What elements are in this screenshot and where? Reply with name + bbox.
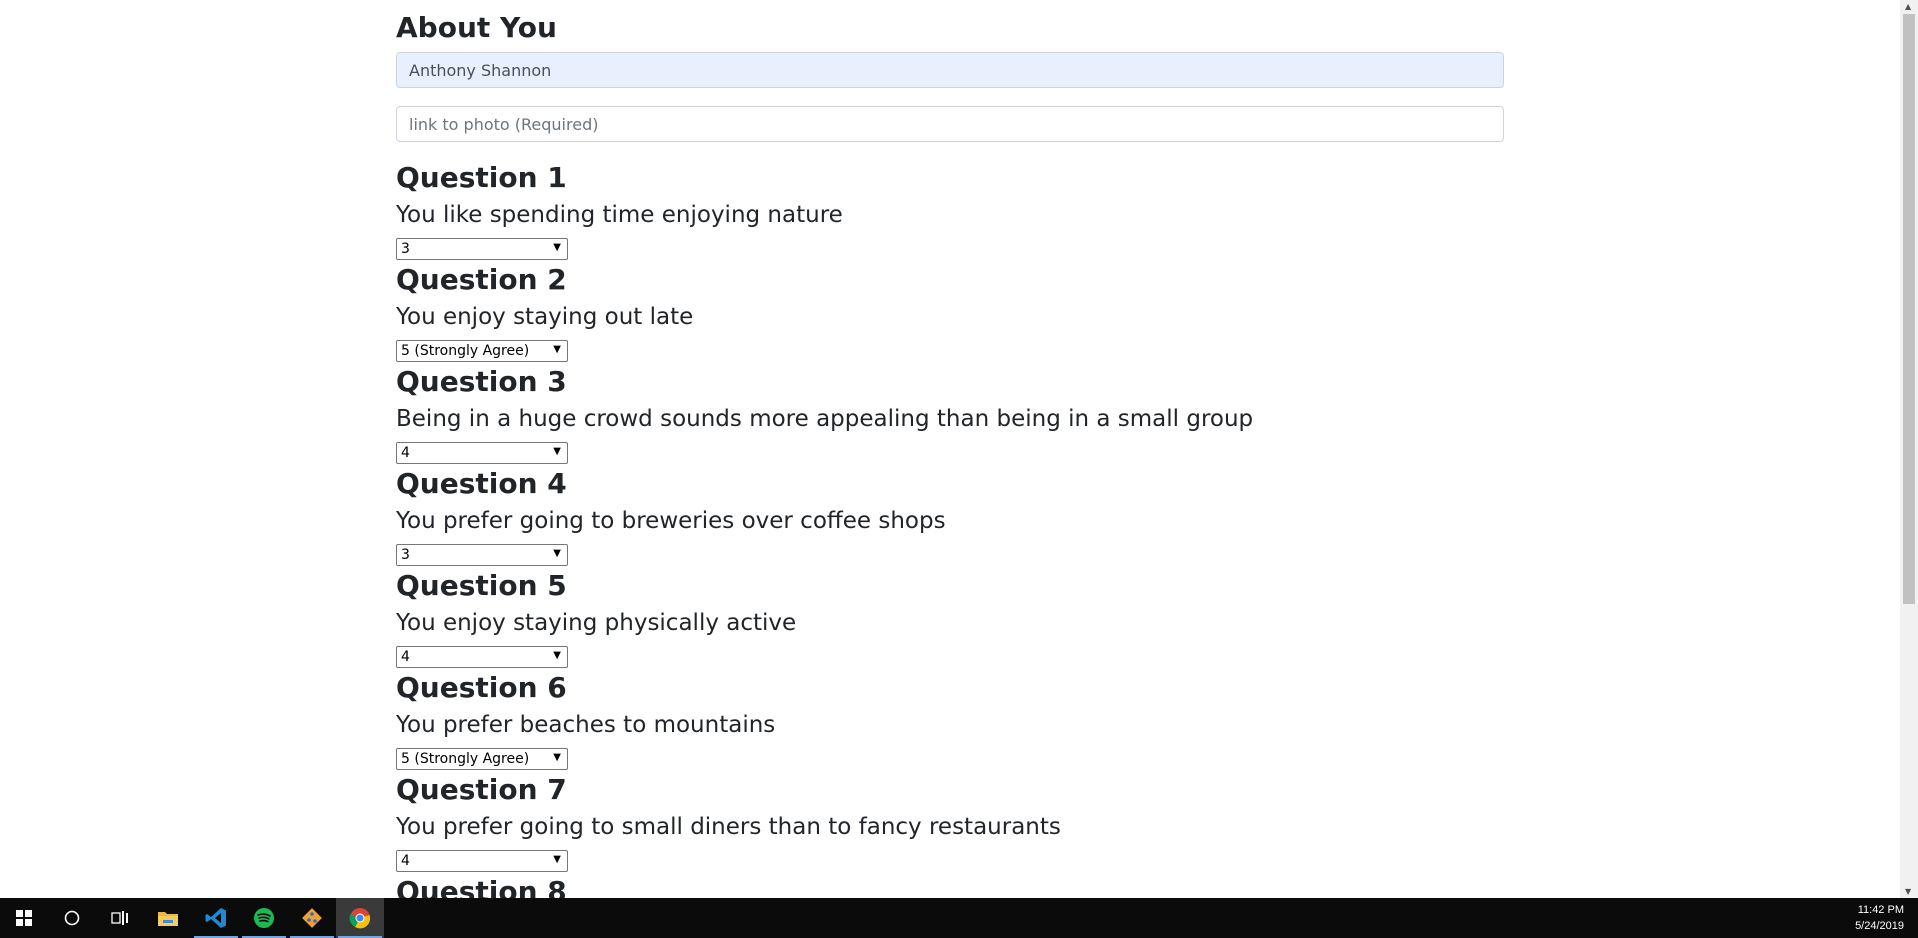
question-1-select[interactable]: 3 ▼ [396, 238, 568, 260]
name-input[interactable]: Anthony Shannon [396, 52, 1504, 88]
question-5-select[interactable]: 4 ▼ [396, 646, 568, 668]
task-view-icon[interactable] [96, 898, 144, 938]
about-you-heading: About You [396, 11, 557, 44]
question-5-text: You enjoy staying physically active [396, 610, 797, 636]
chevron-down-icon: ▼ [553, 752, 561, 763]
question-2-title: Question 2 [396, 263, 567, 296]
system-clock[interactable]: 11:42 PM 5/24/2019 [1855, 902, 1904, 934]
question-6-answer: 5 (Strongly Agree) [401, 751, 530, 767]
question-3-answer: 4 [401, 445, 410, 461]
question-1-title: Question 1 [396, 161, 567, 194]
question-6-title: Question 6 [396, 671, 567, 704]
question-6-text: You prefer beaches to mountains [396, 712, 776, 738]
question-3-title: Question 3 [396, 365, 567, 398]
question-3-select[interactable]: 4 ▼ [396, 442, 568, 464]
chevron-down-icon: ▼ [553, 446, 561, 457]
spotify-icon[interactable] [240, 898, 288, 938]
page: About You Anthony Shannon link to photo … [0, 0, 1900, 898]
question-7-answer: 4 [401, 853, 410, 869]
question-4-answer: 3 [401, 547, 410, 563]
windows-start-icon[interactable] [0, 898, 48, 938]
question-5-title: Question 5 [396, 569, 567, 602]
question-2-answer: 5 (Strongly Agree) [401, 343, 530, 359]
question-5-answer: 4 [401, 649, 410, 665]
git-icon[interactable] [288, 898, 336, 938]
question-4-title: Question 4 [396, 467, 567, 500]
scroll-down-arrow-icon[interactable]: ▼ [1905, 887, 1911, 896]
clock-time: 11:42 PM [1857, 904, 1904, 916]
question-7-text: You prefer going to small diners than to… [396, 814, 1061, 840]
question-4-text: You prefer going to breweries over coffe… [396, 508, 946, 534]
question-8-title: Question 8 [396, 875, 567, 899]
question-7-title: Question 7 [396, 773, 567, 806]
question-6-select[interactable]: 5 (Strongly Agree) ▼ [396, 748, 568, 770]
chevron-down-icon: ▼ [553, 344, 561, 355]
vscode-icon[interactable] [192, 898, 240, 938]
vertical-scrollbar[interactable]: ▲ ▼ [1900, 0, 1918, 898]
search-circle-icon[interactable] [48, 898, 96, 938]
chevron-down-icon: ▼ [553, 242, 561, 253]
chevron-down-icon: ▼ [553, 854, 561, 865]
clock-date: 5/24/2019 [1855, 920, 1904, 932]
question-1-text: You like spending time enjoying nature [396, 202, 843, 228]
file-explorer-icon[interactable] [144, 898, 192, 938]
windows-taskbar: 11:42 PM 5/24/2019 [0, 898, 1918, 938]
question-4-select[interactable]: 3 ▼ [396, 544, 568, 566]
question-2-select[interactable]: 5 (Strongly Agree) ▼ [396, 340, 568, 362]
chevron-down-icon: ▼ [553, 548, 561, 559]
question-1-answer: 3 [401, 241, 410, 257]
photo-link-input[interactable]: link to photo (Required) [396, 106, 1504, 142]
scrollbar-thumb[interactable] [1903, 14, 1915, 604]
question-7-select[interactable]: 4 ▼ [396, 850, 568, 872]
scroll-up-arrow-icon[interactable]: ▲ [1905, 2, 1911, 11]
chrome-icon[interactable] [336, 898, 384, 938]
chevron-down-icon: ▼ [553, 650, 561, 661]
question-2-text: You enjoy staying out late [396, 304, 694, 330]
question-3-text: Being in a huge crowd sounds more appeal… [396, 406, 1254, 432]
